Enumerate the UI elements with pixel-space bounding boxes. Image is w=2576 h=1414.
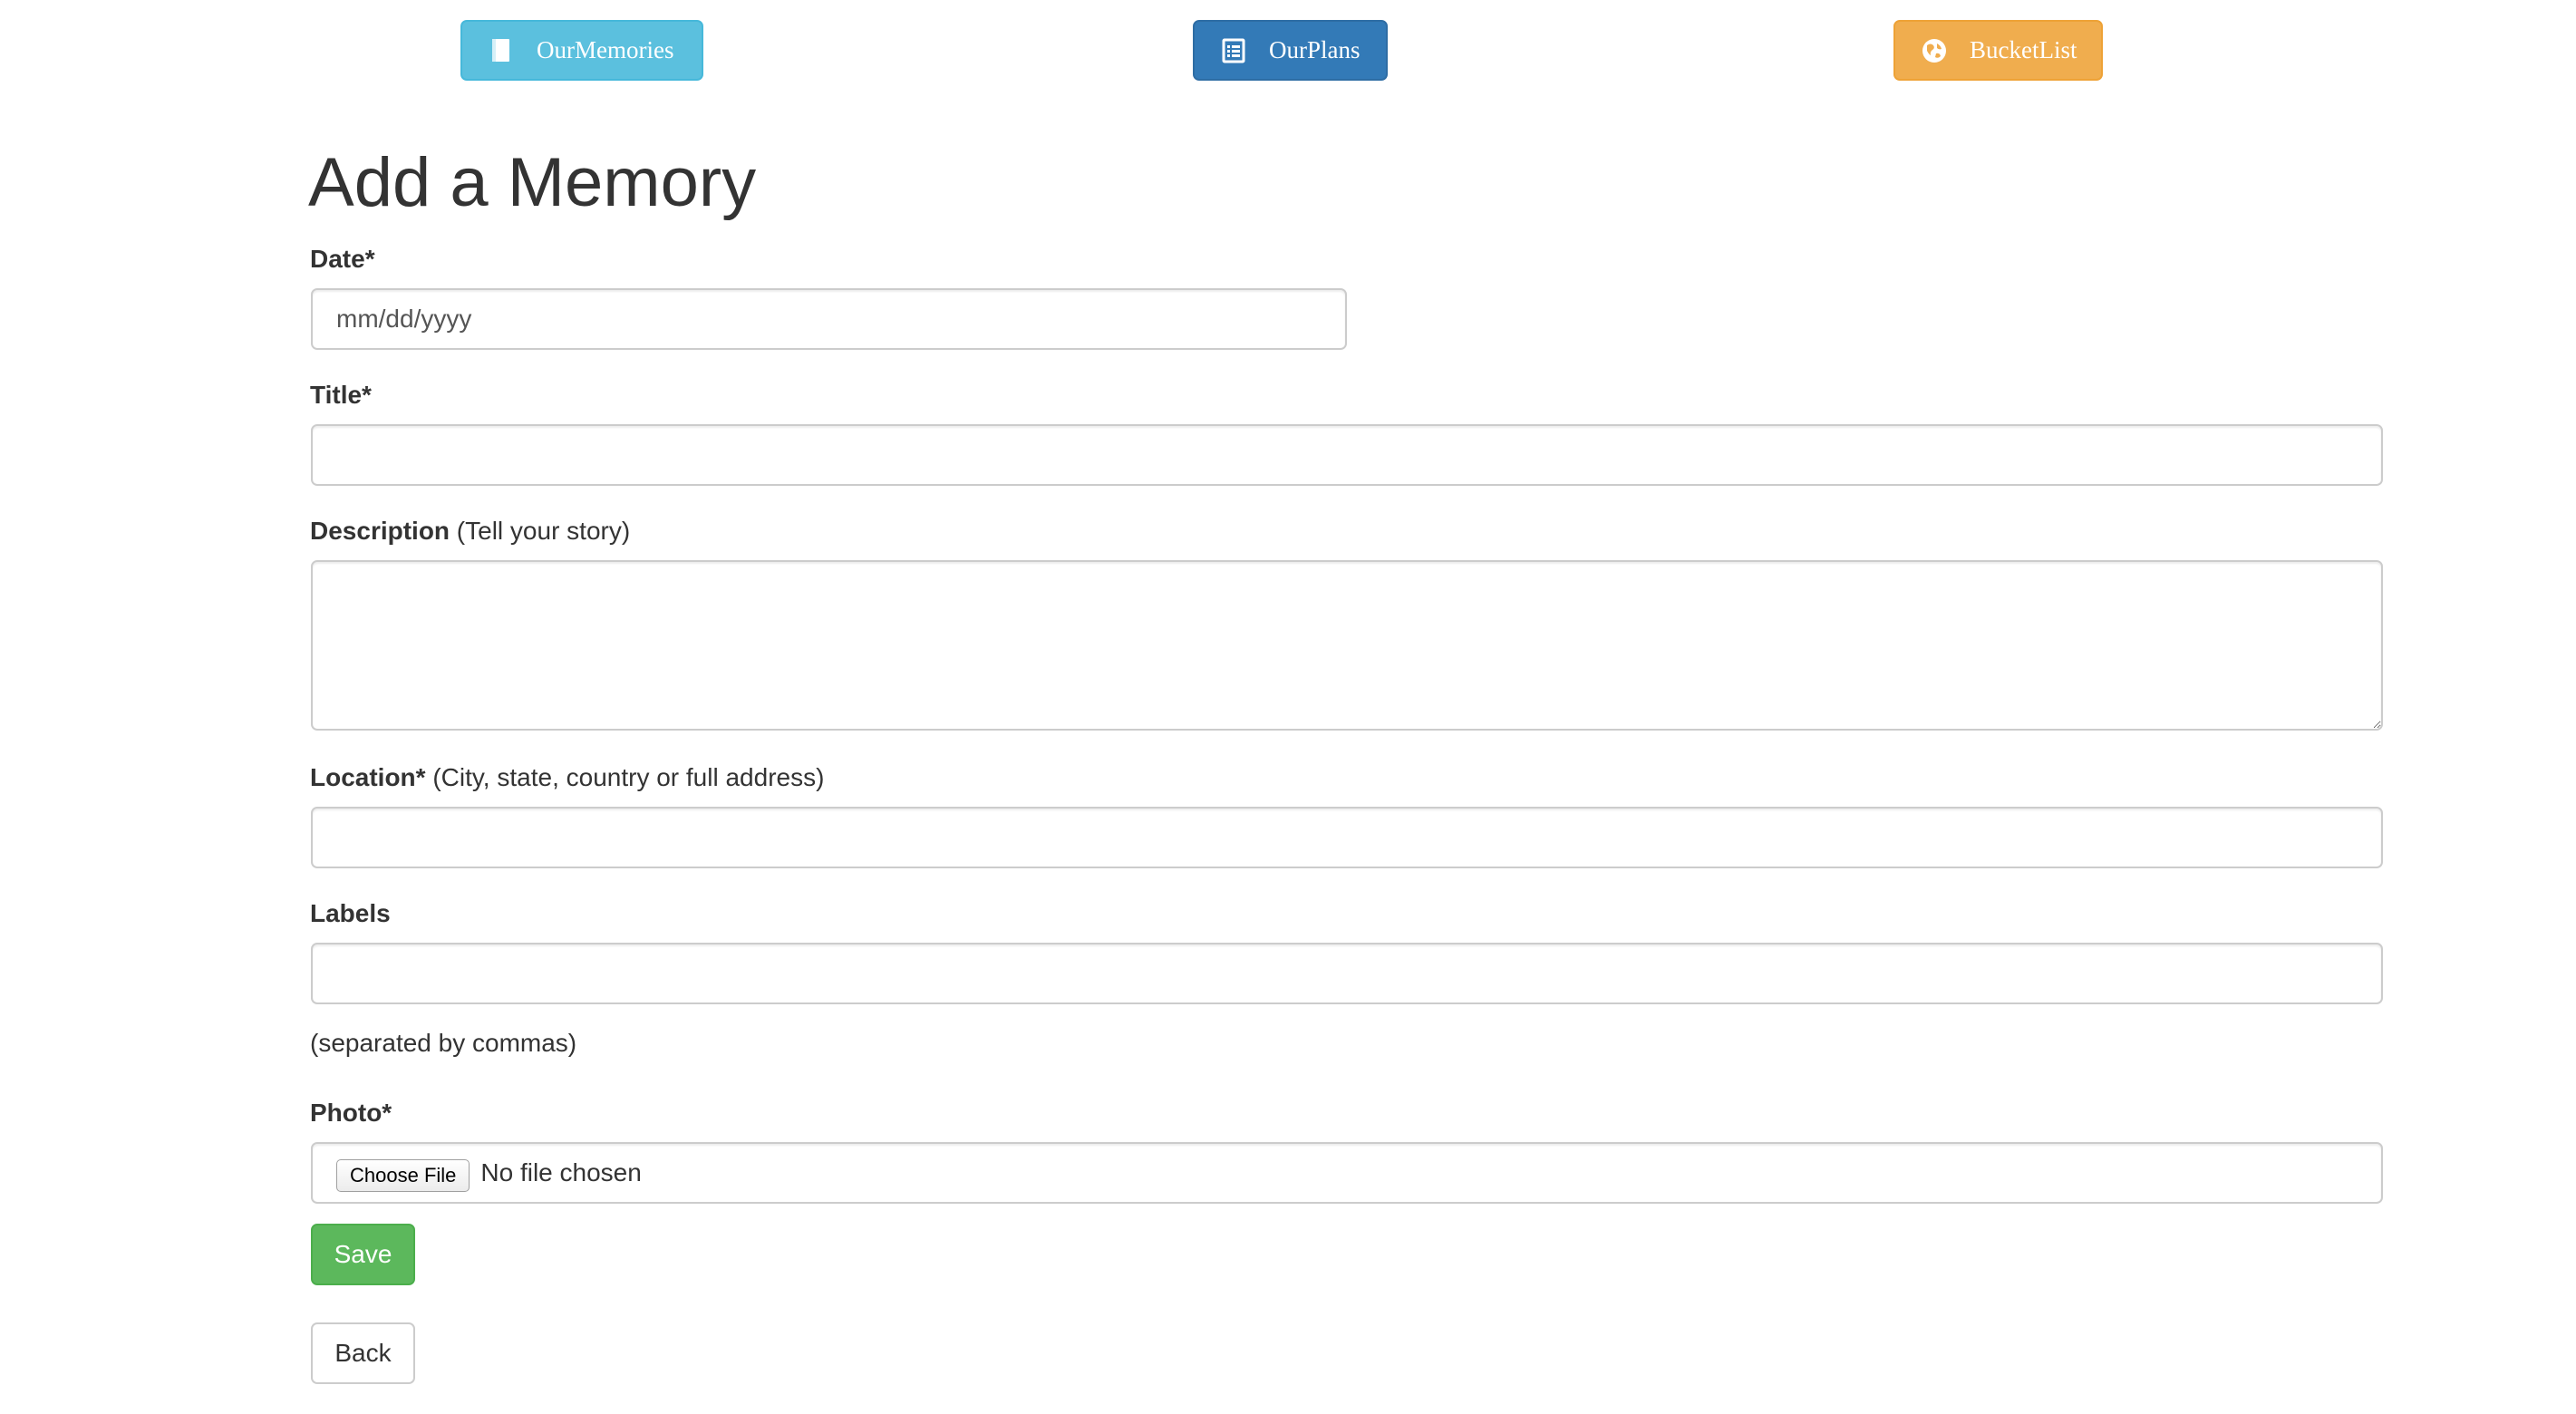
date-label-text: Date* [310, 245, 375, 273]
title-input[interactable] [311, 424, 2383, 486]
date-label: Date* [310, 245, 375, 274]
photo-label: Photo* [310, 1099, 392, 1128]
description-label: Description (Tell your story) [310, 517, 630, 546]
list-alt-icon [1220, 37, 1247, 64]
save-button[interactable]: Save [311, 1224, 415, 1285]
photo-label-text: Photo* [310, 1099, 392, 1127]
date-input[interactable] [311, 288, 1347, 350]
book-icon [488, 37, 515, 64]
our-memories-button[interactable]: OurMemories [460, 20, 703, 81]
title-label: Title* [310, 381, 372, 410]
location-hint: (City, state, country or full address) [425, 763, 825, 791]
back-button[interactable]: Back [311, 1322, 415, 1384]
our-plans-button[interactable]: OurPlans [1193, 20, 1388, 81]
description-hint: (Tell your story) [450, 517, 631, 545]
location-label: Location* (City, state, country or full … [310, 763, 824, 792]
choose-file-button[interactable]: Choose File [336, 1159, 470, 1192]
location-input[interactable] [311, 807, 2383, 868]
description-label-text: Description [310, 517, 450, 545]
our-plans-label: OurPlans [1269, 36, 1361, 63]
globe-icon [1921, 37, 1948, 64]
page-title: Add a Memory [308, 144, 757, 221]
description-textarea[interactable] [311, 560, 2383, 731]
file-status-text: No file chosen [480, 1158, 642, 1186]
location-label-text: Location* [310, 763, 426, 791]
our-memories-label: OurMemories [537, 36, 674, 63]
bucket-list-button[interactable]: BucketList [1893, 20, 2103, 81]
title-label-text: Title* [310, 381, 372, 409]
bucket-list-label: BucketList [1970, 36, 2077, 63]
labels-label: Labels [310, 899, 391, 928]
photo-file-input[interactable]: Choose File No file chosen [311, 1142, 2383, 1204]
labels-help-text: (separated by commas) [310, 1029, 577, 1057]
labels-input[interactable] [311, 943, 2383, 1004]
labels-label-text: Labels [310, 899, 391, 927]
